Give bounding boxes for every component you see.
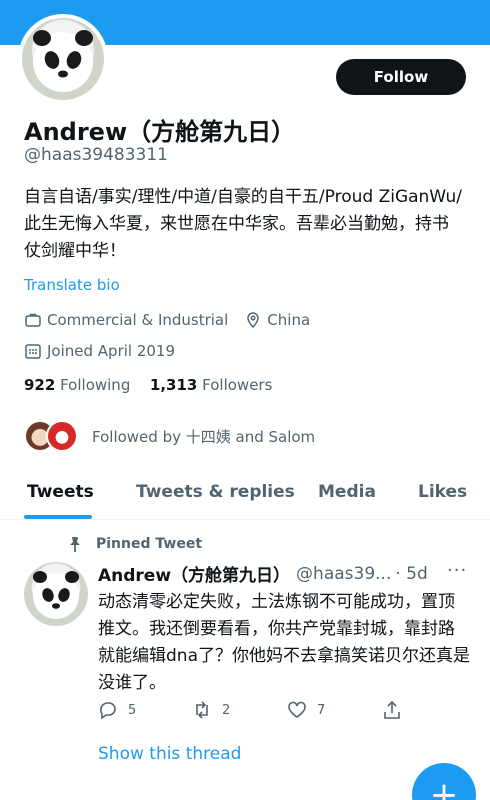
retweet-button[interactable]: 2 <box>192 700 230 720</box>
follower-avatar <box>46 420 78 452</box>
profile-location: China <box>267 311 311 329</box>
heart-icon <box>288 701 306 718</box>
profile-category: Commercial & Industrial <box>47 311 229 329</box>
briefcase-icon <box>24 311 42 329</box>
translate-bio-link[interactable]: Translate bio <box>24 276 120 294</box>
show-thread-link[interactable]: Show this thread <box>98 744 241 764</box>
profile-joined-row: Joined April 2019 <box>24 342 175 360</box>
tweet-author-name[interactable]: Andrew（方舱第九日） <box>98 561 290 586</box>
profile-meta-row: Commercial & Industrial China <box>24 311 310 329</box>
tweet-actions: 5 2 7 <box>98 700 408 722</box>
tab-tweets-replies[interactable]: Tweets & replies <box>136 482 295 502</box>
pinned-label: Pinned Tweet <box>66 535 202 553</box>
reply-button[interactable]: 5 <box>98 700 136 720</box>
calendar-icon <box>24 342 42 360</box>
tweet-text[interactable]: 动态清零必定失败，土法炼钢不可能成功，置顶推文。我还倒要看看，你共产党靠封城，靠… <box>98 589 470 697</box>
profile-avatar[interactable] <box>18 14 108 104</box>
profile-tabs: Tweets Tweets & replies Media Likes <box>0 470 490 520</box>
display-name: Andrew（方舱第九日） <box>24 118 296 146</box>
followers-link[interactable]: 1,313 Followers <box>150 376 273 394</box>
tab-likes[interactable]: Likes <box>418 482 467 502</box>
tweet-author-handle[interactable]: @haas39... <box>296 564 391 584</box>
reply-icon <box>100 702 116 720</box>
share-icon <box>384 700 400 719</box>
followed-by-text: Followed by 十四姨 and Salom <box>92 427 316 446</box>
follow-counts: 922 Following 1,313 Followers <box>24 376 272 394</box>
location-pin-icon <box>244 311 262 329</box>
tweet-header: Andrew（方舱第九日） @haas39... · 5d <box>98 561 428 587</box>
tweet-avatar[interactable] <box>24 562 88 626</box>
profile-handle: @haas39483311 <box>24 145 168 165</box>
more-icon[interactable]: ··· <box>447 560 467 581</box>
following-link[interactable]: 922 Following <box>24 376 130 394</box>
follow-button[interactable]: Follow <box>336 59 466 95</box>
tab-media[interactable]: Media <box>318 482 376 502</box>
tweet-time[interactable]: · 5d <box>395 564 427 584</box>
like-button[interactable]: 7 <box>287 700 325 720</box>
followed-by[interactable]: Followed by 十四姨 and Salom <box>24 420 315 452</box>
share-button[interactable] <box>382 700 412 720</box>
compose-plus-icon[interactable]: + <box>412 763 476 800</box>
profile-bio: 自言自语/事实/理性/中道/自豪的自干五/Proud ZiGanWu/此生无悔入… <box>24 187 463 261</box>
tab-tweets[interactable]: Tweets <box>27 482 94 502</box>
retweet-icon <box>196 701 208 719</box>
active-tab-indicator <box>24 515 92 519</box>
profile-joined: Joined April 2019 <box>47 342 176 360</box>
pin-icon <box>66 535 84 553</box>
